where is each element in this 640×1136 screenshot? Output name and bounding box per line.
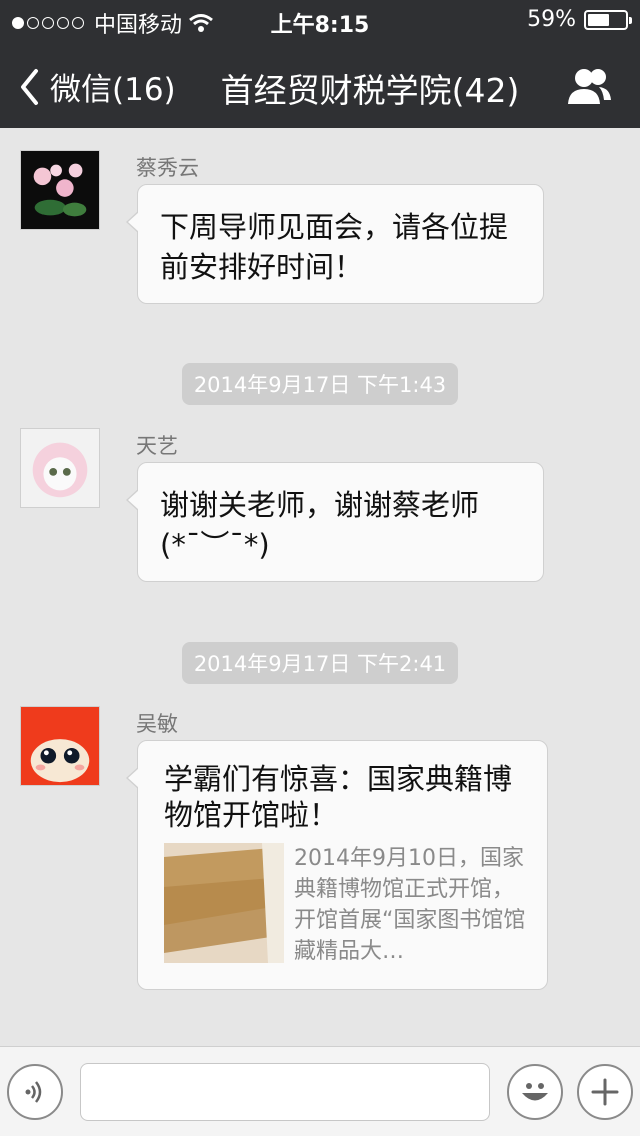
emoji-button[interactable]: [507, 1064, 563, 1120]
chevron-left-icon: [21, 68, 38, 105]
plus-button[interactable]: [577, 1064, 633, 1120]
back-button[interactable]: 微信(16): [18, 64, 176, 109]
group-members-icon[interactable]: [564, 66, 614, 106]
time-divider: 2014年9月17日 下午1:43: [0, 363, 640, 405]
chat-title: 首经贸财税学院(42): [220, 71, 520, 110]
battery-icon: [584, 9, 632, 30]
message-bubble[interactable]: 下周导师见面会，请各位提前安排好时间！: [126, 184, 544, 304]
message-text: 下周导师见面会，请各位提前安排好时间！: [160, 210, 509, 284]
message-text: 谢谢关老师，谢谢蔡老师(*¯︶¯*): [160, 488, 480, 562]
sender-name: 吴敏: [136, 712, 178, 736]
link-card-summary: 2014年9月10日，国家典籍博物馆正式开馆，开馆首展“国家图书馆馆藏精品大…: [294, 846, 526, 964]
battery-group: 59%: [527, 7, 632, 32]
avatar[interactable]: [20, 706, 100, 786]
chat-area: 蔡秀云 下周导师见面会，请各位提前安排好时间！ 2014年9月17日 下午1:4…: [0, 128, 640, 1046]
link-card-thumbnail: [164, 843, 284, 963]
status-bar: 中国移动 上午8:15 59%: [0, 0, 640, 40]
voice-icon: [25, 1081, 42, 1103]
avatar[interactable]: [20, 150, 100, 230]
composer-bar: [0, 1046, 640, 1136]
sender-name: 天艺: [136, 434, 178, 458]
sender-name: 蔡秀云: [136, 156, 199, 180]
avatar[interactable]: [20, 428, 100, 508]
plus-icon: [591, 1078, 619, 1106]
navigation-bar: 微信(16) 首经贸财税学院(42): [0, 40, 640, 128]
emoji-icon: [522, 1083, 548, 1101]
top-bar: 中国移动 上午8:15 59% 微信(16) 首经贸财税学院(42): [0, 0, 640, 128]
time-divider: 2014年9月17日 下午2:41: [0, 642, 640, 684]
battery-percent: 59%: [527, 7, 576, 32]
message-input[interactable]: [80, 1063, 490, 1121]
back-label: 微信(16): [50, 72, 176, 108]
voice-button[interactable]: [7, 1064, 63, 1120]
link-card[interactable]: 学霸们有惊喜：国家典籍博物馆开馆啦！ 2014年9月10日，国家典籍博物馆正式开…: [126, 740, 548, 990]
message-bubble[interactable]: 谢谢关老师，谢谢蔡老师(*¯︶¯*): [126, 462, 544, 582]
link-card-title: 学霸们有惊喜：国家典籍博物馆开馆啦！: [164, 762, 513, 832]
